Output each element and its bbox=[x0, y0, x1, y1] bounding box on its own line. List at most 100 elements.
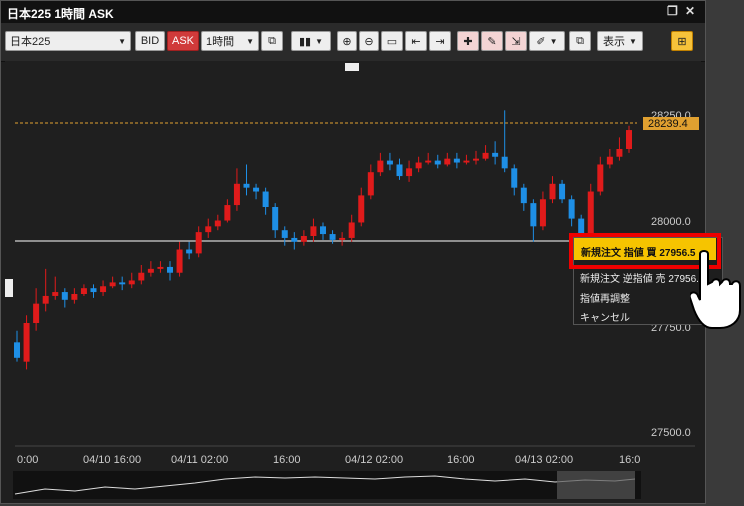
candle-body bbox=[214, 220, 221, 227]
candle-body bbox=[253, 187, 260, 192]
chart-type-button[interactable]: ▮▮ ▼ bbox=[291, 31, 331, 51]
candle-body bbox=[482, 152, 489, 159]
candle-body bbox=[377, 160, 384, 173]
candle-body bbox=[281, 230, 288, 238]
display-button[interactable]: 表示 ▼ bbox=[597, 31, 643, 51]
x-tick-label: 16:00 bbox=[447, 454, 475, 466]
candle-body bbox=[358, 195, 365, 223]
draw-tool-button[interactable]: ✐ ▼ bbox=[529, 31, 565, 51]
x-tick-label: 0:00 bbox=[17, 454, 38, 466]
display-label: 表示 bbox=[603, 36, 626, 48]
x-tick-label: 04/13 02:00 bbox=[515, 454, 573, 466]
symbol-select[interactable]: 日本225 ▼ bbox=[5, 31, 131, 51]
order-add-icon[interactable]: ✚ bbox=[457, 31, 479, 51]
x-tick-label: 16:0 bbox=[619, 454, 640, 466]
candle-body bbox=[71, 294, 78, 300]
candle-body bbox=[568, 199, 575, 219]
title-bar: 日本225 1時間 ASK ❐ ✕ bbox=[1, 1, 705, 23]
candle-icon: ▮▮ bbox=[298, 35, 312, 48]
y-tick-label: 27500.0 bbox=[651, 427, 691, 439]
candle-body bbox=[473, 158, 479, 161]
candle-body bbox=[530, 203, 537, 227]
candle-body bbox=[147, 268, 154, 273]
candle-body bbox=[224, 205, 231, 221]
candle-body bbox=[329, 234, 336, 240]
candle-body bbox=[386, 160, 393, 165]
x-tick-label: 04/12 02:00 bbox=[345, 454, 403, 466]
order-edit-icon[interactable]: ✎ bbox=[481, 31, 503, 51]
zoom-in-icon[interactable]: ⊕ bbox=[337, 31, 357, 51]
link-icon[interactable]: ⧉ bbox=[261, 31, 283, 51]
candle-body bbox=[348, 222, 355, 238]
timeframe-select-value: 1時間 bbox=[206, 36, 235, 48]
bid-button[interactable]: BID bbox=[135, 31, 165, 51]
menu-item-readjust[interactable]: 指値再調整 bbox=[580, 290, 630, 305]
candle-body bbox=[42, 295, 49, 304]
candle-body bbox=[138, 272, 145, 281]
order-move-icon[interactable]: ⇲ bbox=[505, 31, 527, 51]
chevron-down-icon: ▼ bbox=[549, 36, 558, 46]
candle-body bbox=[300, 236, 307, 242]
hand-cursor-icon bbox=[690, 250, 741, 329]
candle-body bbox=[396, 164, 403, 177]
candle-body bbox=[626, 130, 632, 149]
layout-icon[interactable]: ⊞ bbox=[671, 31, 693, 51]
side-handle[interactable] bbox=[5, 279, 13, 297]
x-tick-label: 04/10 16:00 bbox=[83, 454, 141, 466]
candle-body bbox=[520, 187, 527, 204]
candle-body bbox=[262, 191, 269, 207]
pen-icon: ✐ bbox=[536, 35, 546, 48]
close-icon[interactable]: ✕ bbox=[685, 4, 695, 18]
candle-body bbox=[434, 160, 441, 165]
timeframe-select[interactable]: 1時間 ▼ bbox=[201, 31, 259, 51]
candle-body bbox=[128, 280, 135, 285]
scroll-right-icon[interactable]: ⇥ bbox=[429, 31, 451, 51]
candle-body bbox=[33, 303, 40, 323]
candle-body bbox=[291, 237, 298, 242]
candle-body bbox=[616, 149, 623, 157]
candle-body bbox=[119, 282, 126, 285]
chart-window: 日本225 1時間 ASK ❐ ✕ 日本225 ▼ BID ASK 1時間 ▼ … bbox=[0, 0, 723, 504]
chevron-down-icon: ▼ bbox=[118, 36, 126, 46]
candle-body bbox=[186, 249, 193, 254]
fit-icon[interactable]: ▭ bbox=[381, 31, 403, 51]
candle-body bbox=[559, 183, 566, 200]
candle-body bbox=[492, 152, 499, 157]
candle-body bbox=[195, 232, 202, 254]
candle-body bbox=[90, 288, 97, 293]
candle-body bbox=[406, 168, 413, 177]
candle-body bbox=[549, 183, 556, 200]
current-price-label: 28239.4 bbox=[648, 118, 688, 130]
chevron-down-icon: ▼ bbox=[246, 36, 254, 46]
chevron-down-icon: ▼ bbox=[315, 36, 324, 46]
toolbar: 日本225 ▼ BID ASK 1時間 ▼ ⧉ ▮▮ ▼ ⊕ ⊖ ▭ ⇤ ⇥ ✚ … bbox=[1, 23, 705, 62]
candle-body bbox=[233, 183, 240, 206]
candle-body bbox=[80, 288, 87, 294]
restore-icon[interactable]: ❐ bbox=[667, 4, 678, 18]
candle-body bbox=[205, 226, 212, 233]
candle-body bbox=[453, 158, 460, 163]
candle-body bbox=[511, 168, 518, 188]
ask-button[interactable]: ASK bbox=[167, 31, 199, 51]
menu-item-stop-sell[interactable]: 新規注文 逆指値 売 27956.5 bbox=[580, 270, 704, 285]
menu-item-cancel[interactable]: キャンセル bbox=[580, 309, 630, 324]
candle-body bbox=[339, 237, 346, 240]
candle-body bbox=[444, 158, 451, 165]
candle-body bbox=[367, 172, 374, 196]
candle-body bbox=[23, 323, 30, 362]
candle-body bbox=[597, 164, 604, 192]
collapse-handle[interactable] bbox=[345, 63, 359, 71]
navigator[interactable] bbox=[13, 471, 641, 499]
candle-body bbox=[463, 160, 470, 163]
x-tick-label: 04/11 02:00 bbox=[171, 454, 228, 466]
candle-body bbox=[100, 286, 107, 293]
zoom-out-icon[interactable]: ⊖ bbox=[359, 31, 379, 51]
candle-body bbox=[606, 156, 613, 165]
candle-body bbox=[501, 156, 508, 169]
candle-body bbox=[167, 266, 173, 273]
chevron-down-icon: ▼ bbox=[629, 36, 637, 46]
navigator-window[interactable] bbox=[557, 471, 635, 499]
screenshot-icon[interactable]: ⧉ bbox=[569, 31, 591, 51]
scroll-left-icon[interactable]: ⇤ bbox=[405, 31, 427, 51]
candle-body bbox=[157, 266, 164, 269]
